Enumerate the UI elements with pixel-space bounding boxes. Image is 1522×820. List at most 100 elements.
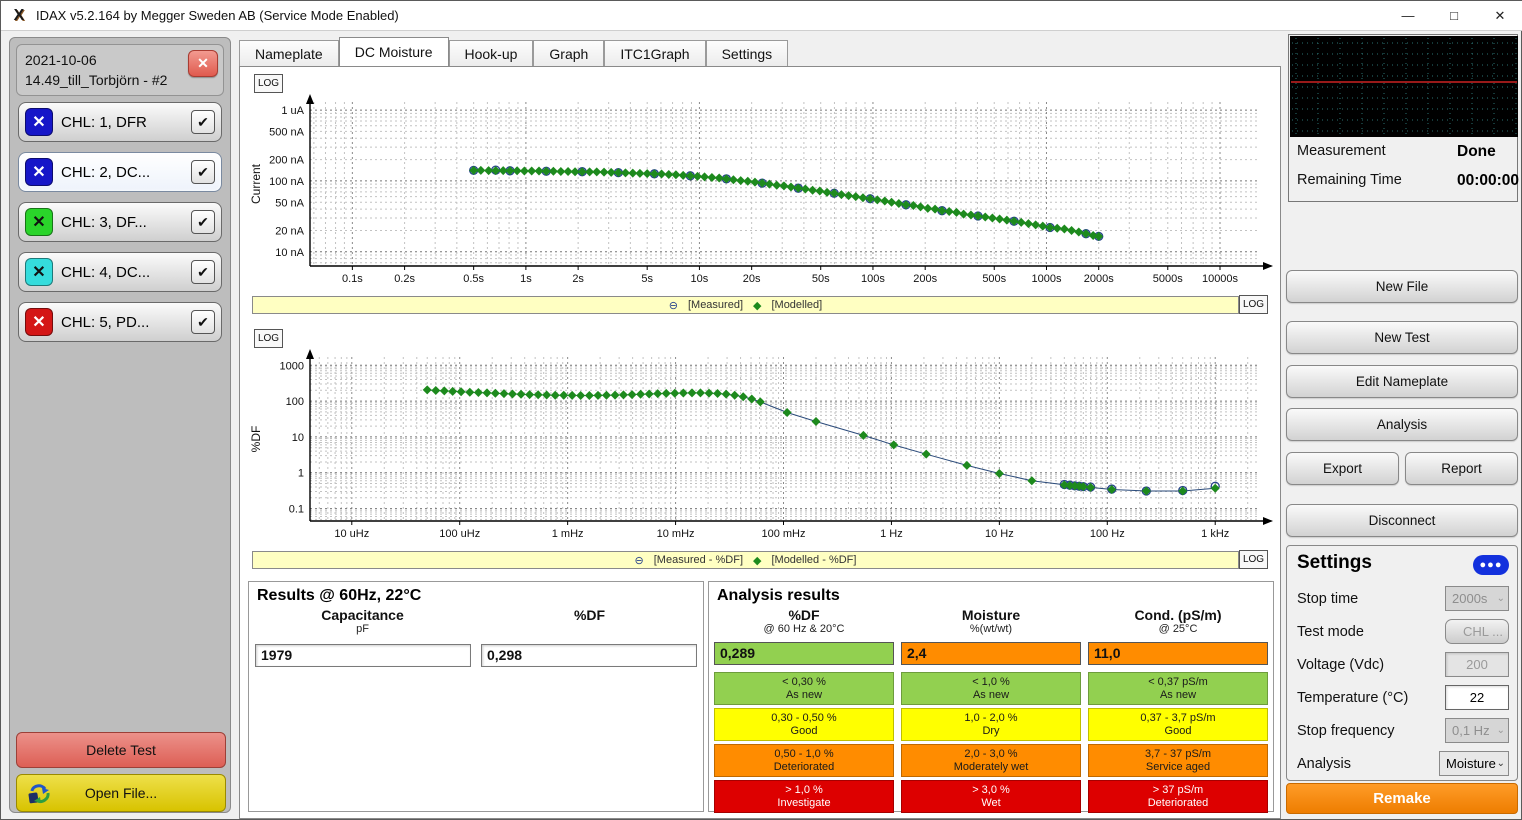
export-button[interactable]: Export (1286, 452, 1399, 485)
analysis-title: Analysis results (709, 582, 1273, 605)
window-title: IDAX v5.2.164 by Megger Sweden AB (Servi… (36, 8, 399, 23)
channel-x-icon: ✕ (25, 258, 53, 286)
legend-entry-label: [Measured - %DF] (654, 554, 743, 566)
svg-text:0.2s: 0.2s (394, 273, 415, 285)
tab-settings[interactable]: Settings (706, 40, 789, 66)
log-scale-button[interactable]: LOG (1239, 550, 1268, 569)
channel-x-icon: ✕ (25, 308, 53, 336)
measurement-status-box: Measurement Done Remaining Time 00:00:00 (1288, 34, 1518, 202)
settings-label: Stop time (1297, 591, 1358, 607)
channel-item-5[interactable]: ✕CHL: 5, PD...✔ (18, 302, 222, 342)
new-test-button[interactable]: New Test (1286, 321, 1518, 354)
channel-item-1[interactable]: ✕CHL: 1, DFR✔ (18, 102, 222, 142)
temperature-c--input[interactable]: 22 (1445, 685, 1509, 710)
log-scale-button[interactable]: LOG (1239, 295, 1268, 314)
modelled-marker-icon: ◆ (753, 299, 761, 312)
channel-checkbox[interactable]: ✔ (191, 210, 215, 234)
channel-checkbox[interactable]: ✔ (191, 310, 215, 334)
analysis-value: 0,289 (714, 642, 894, 665)
rating-cell: < 0,30 %As new (714, 672, 894, 705)
channel-label: CHL: 2, DC... (61, 164, 150, 181)
rating-scale: < 0,37 pS/mAs new0,37 - 3,7 pS/mGood3,7 … (1088, 672, 1268, 813)
log-scale-button[interactable]: LOG (254, 74, 283, 93)
legend-entry-label: [Modelled - %DF] (771, 554, 856, 566)
tab-dc-moisture[interactable]: DC Moisture (339, 37, 449, 66)
svg-text:100 nA: 100 nA (269, 176, 305, 188)
channel-item-2[interactable]: ✕ CHL: 2, DC... ✔ (18, 152, 222, 192)
stop-time-select: 2000s⌄ (1445, 586, 1509, 611)
rating-cell: 2,0 - 3,0 %Moderately wet (901, 744, 1081, 777)
results-panel: Results @ 60Hz, 22°C Capacitance pF %DF … (248, 581, 704, 812)
channel-x-icon: ✕ (25, 158, 53, 186)
svg-text:Current: Current (249, 163, 263, 204)
svg-text:20s: 20s (743, 273, 761, 285)
maximize-icon[interactable]: □ (1431, 1, 1477, 31)
svg-text:10 nA: 10 nA (275, 247, 304, 259)
svg-text:10 Hz: 10 Hz (985, 528, 1014, 540)
df-chart-block: LOG 10 uHz100 uHz1 mHz10 mHz100 mHz1 Hz1… (248, 327, 1274, 574)
close-icon[interactable]: ✕ (1477, 1, 1522, 31)
settings-row: Test modeCHL ... (1297, 619, 1509, 645)
svg-text:5s: 5s (641, 273, 653, 285)
channel-item-4[interactable]: ✕CHL: 4, DC...✔ (18, 252, 222, 292)
analysis-button[interactable]: Analysis (1286, 408, 1518, 441)
channel-checkbox[interactable]: ✔ (191, 110, 215, 134)
svg-text:100s: 100s (861, 273, 885, 285)
test-header[interactable]: 2021-10-06 14.49_till_Torbjörn - #2 ✕ (16, 44, 224, 96)
modelled-marker-icon: ◆ (753, 554, 761, 567)
tab-itc1graph[interactable]: ITC1Graph (604, 40, 705, 66)
analysis-column: Moisture%(wt/wt)2,4< 1,0 %As new1,0 - 2,… (901, 606, 1081, 813)
measurement-status: Done (1457, 143, 1496, 161)
channel-item-3[interactable]: ✕CHL: 3, DF...✔ (18, 202, 222, 242)
test-date: 2021-10-06 (25, 50, 215, 70)
tab-graph[interactable]: Graph (533, 40, 604, 66)
analysis-column-subheader: %(wt/wt) (901, 623, 1081, 639)
channel-checkbox[interactable]: ✔ (191, 160, 215, 184)
rating-cell: < 1,0 %As new (901, 672, 1081, 705)
open-file-button[interactable]: Open File... (16, 774, 226, 812)
log-scale-button[interactable]: LOG (254, 329, 283, 348)
settings-more-icon[interactable]: ●●● (1473, 555, 1509, 575)
svg-text:2000s: 2000s (1084, 273, 1114, 285)
settings-row: AnalysisMoisture⌄ (1297, 751, 1509, 777)
analysis-select[interactable]: Moisture⌄ (1439, 751, 1509, 776)
chevron-down-icon: ⌄ (1497, 725, 1505, 736)
test-name: 14.49_till_Torbjörn - #2 (25, 70, 215, 90)
rating-cell: > 1,0 %Investigate (714, 780, 894, 813)
settings-row: Stop time 2000s⌄ (1297, 586, 1509, 612)
remake-button[interactable]: Remake (1286, 783, 1518, 814)
edit-nameplate-button[interactable]: Edit Nameplate (1286, 365, 1518, 398)
tab-hook-up[interactable]: Hook-up (449, 40, 534, 66)
svg-text:500 nA: 500 nA (269, 126, 305, 138)
svg-text:100: 100 (286, 396, 304, 408)
capacitance-unit: pF (249, 623, 476, 638)
rating-cell: < 0,37 pS/mAs new (1088, 672, 1268, 705)
report-button[interactable]: Report (1405, 452, 1518, 485)
close-test-icon[interactable]: ✕ (188, 50, 218, 77)
svg-text:100 mHz: 100 mHz (761, 528, 805, 540)
df-unit (476, 623, 703, 638)
svg-text:10 mHz: 10 mHz (657, 528, 695, 540)
rating-cell: > 37 pS/mDeteriorated (1088, 780, 1268, 813)
analysis-column-subheader: @ 60 Hz & 20°C (714, 623, 894, 639)
open-file-label: Open File... (85, 785, 157, 801)
svg-text:1000s: 1000s (1031, 273, 1061, 285)
chevron-down-icon: ⌄ (1497, 593, 1505, 604)
new-file-button[interactable]: New File (1286, 270, 1518, 303)
remaining-time-label: Remaining Time (1297, 172, 1402, 188)
svg-text:1 mHz: 1 mHz (552, 528, 584, 540)
rating-cell: 0,50 - 1,0 %Deteriorated (714, 744, 894, 777)
minimize-icon[interactable]: — (1385, 1, 1431, 31)
svg-text:10: 10 (292, 432, 304, 444)
open-file-icon (27, 782, 53, 806)
tab-nameplate[interactable]: Nameplate (239, 40, 339, 66)
test-sidebar: 2021-10-06 14.49_till_Torbjörn - #2 ✕ ✕C… (9, 37, 231, 813)
svg-text:500s: 500s (982, 273, 1006, 285)
disconnect-button[interactable]: Disconnect (1286, 504, 1518, 537)
svg-text:100 uHz: 100 uHz (439, 528, 480, 540)
voltage-scope-display (1290, 36, 1518, 137)
delete-test-button[interactable]: Delete Test (16, 732, 226, 768)
analysis-column-header: Moisture (901, 607, 1081, 623)
chevron-down-icon: ⌄ (1497, 758, 1505, 769)
channel-checkbox[interactable]: ✔ (191, 260, 215, 284)
